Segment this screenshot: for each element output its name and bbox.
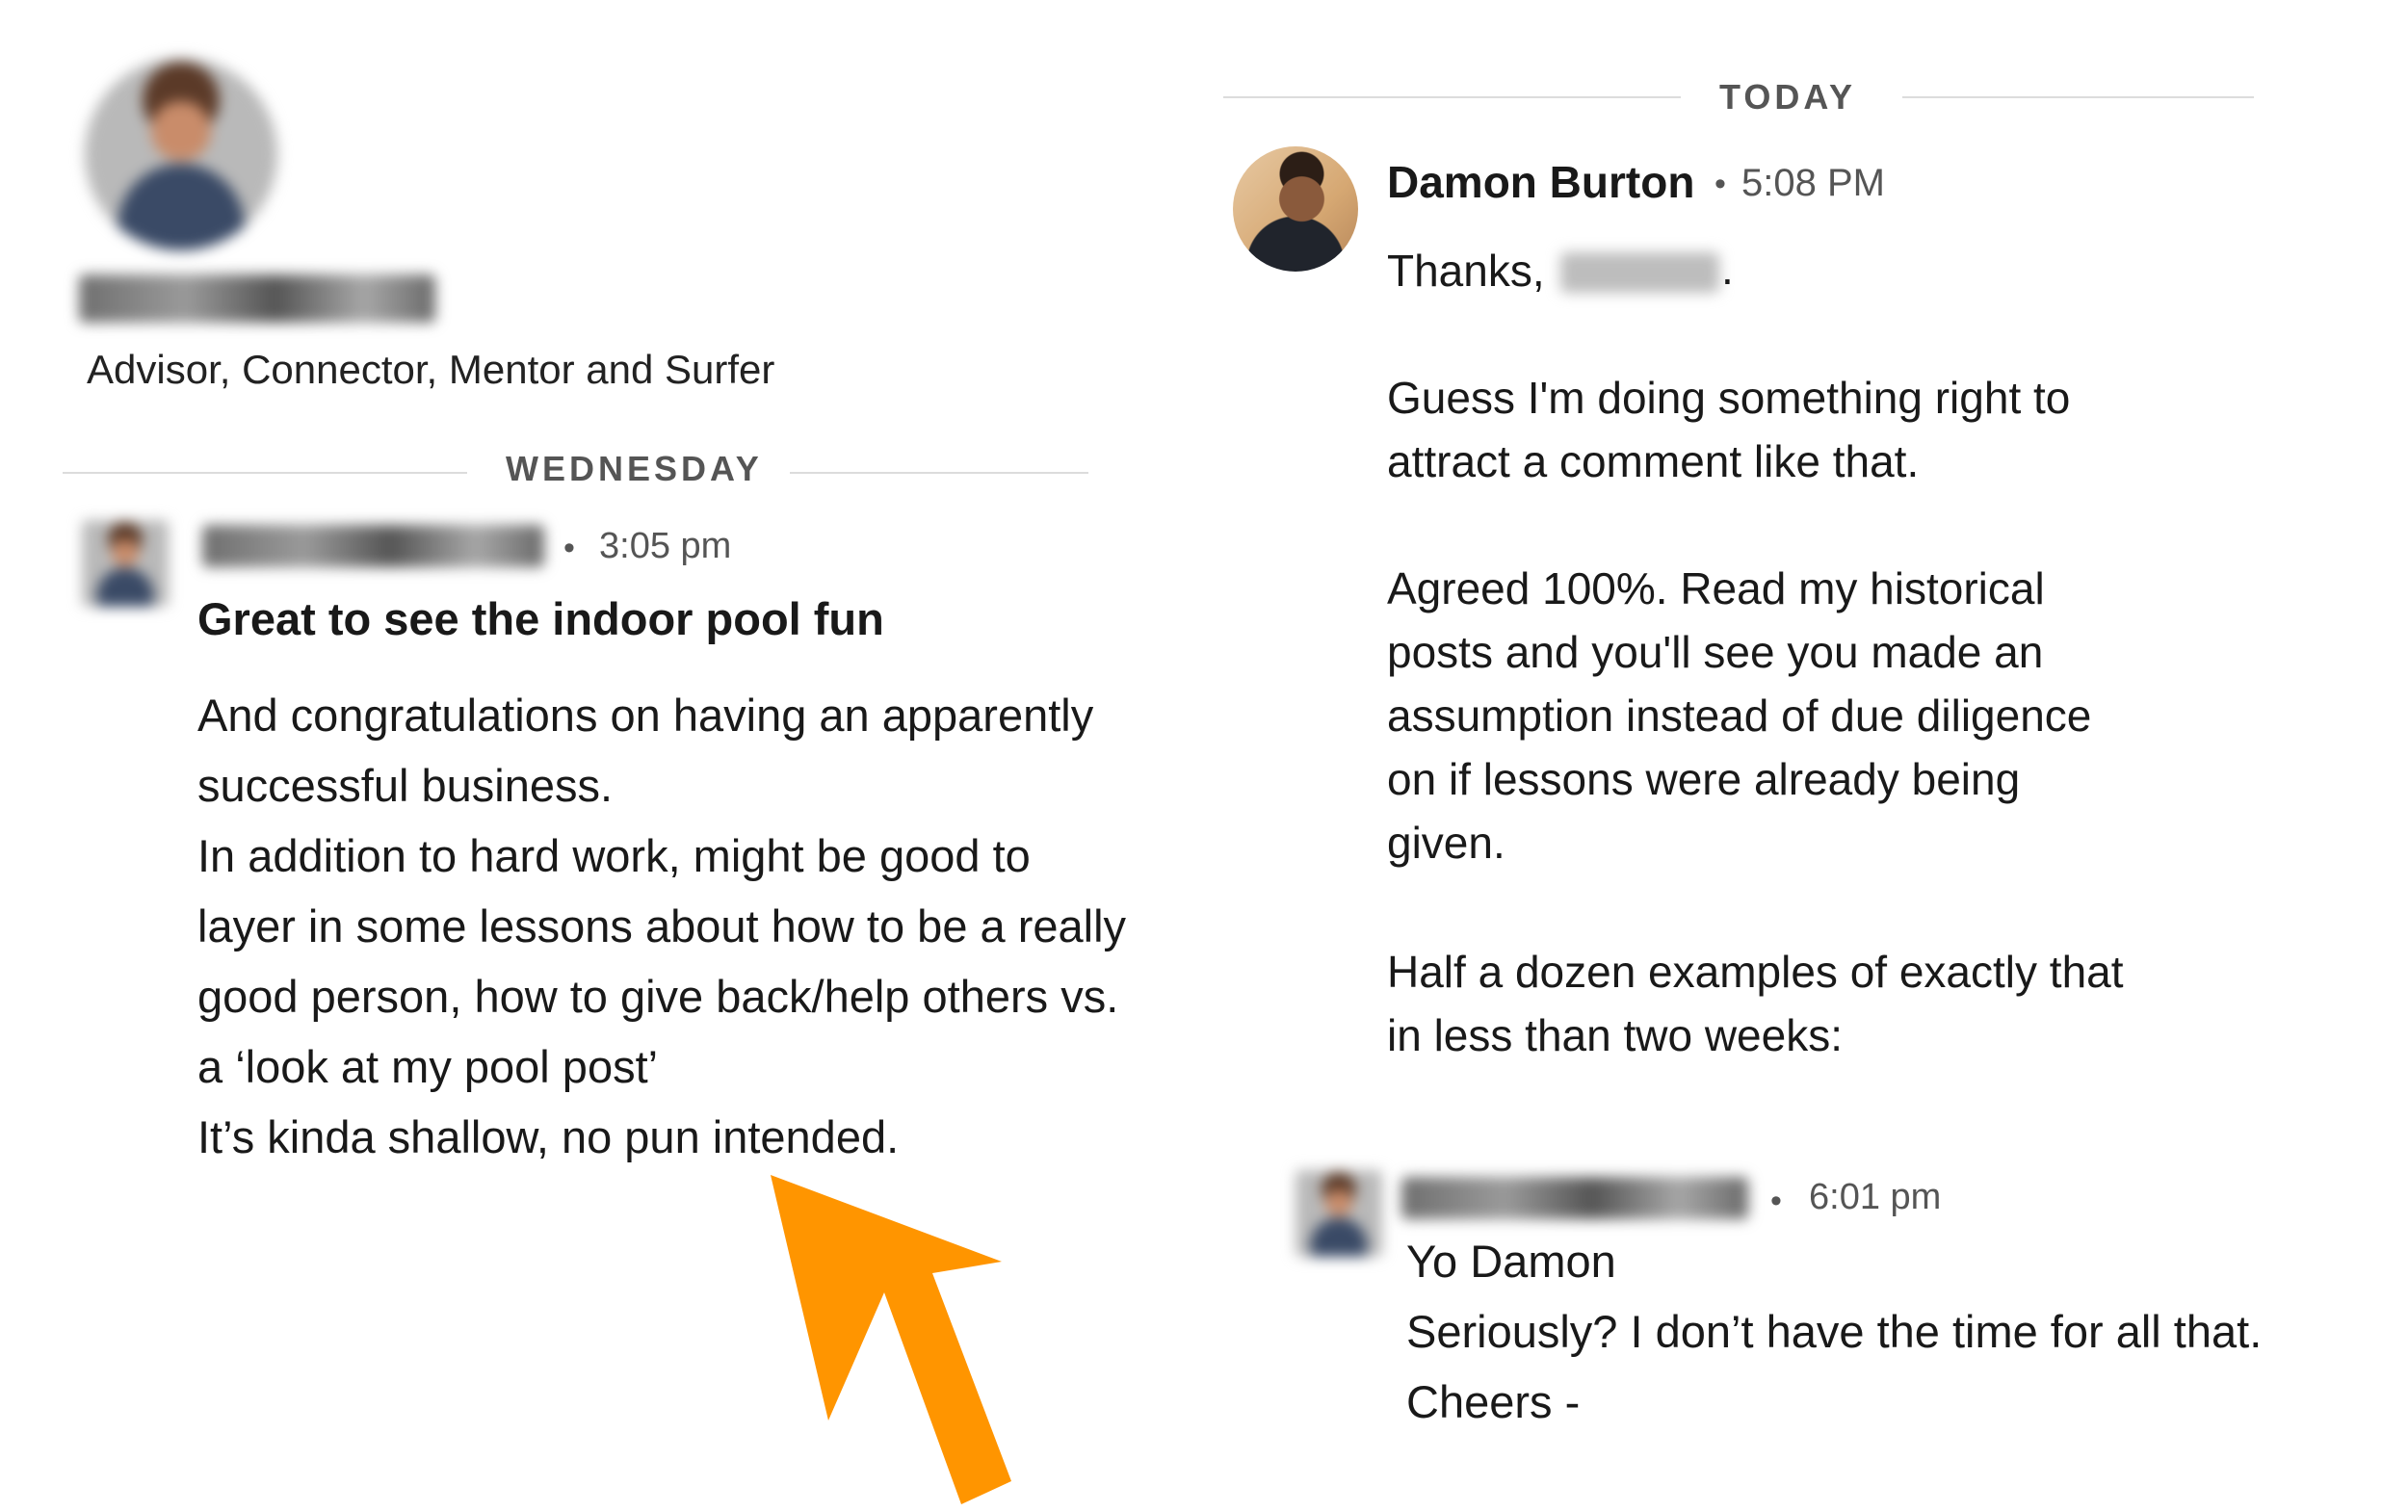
damon-avatar[interactable] xyxy=(1233,146,1358,272)
damon-paragraph-2: Agreed 100%. Read my historical posts an… xyxy=(1387,563,2092,868)
damon-paragraph-3: Half a dozen examples of exactly that in… xyxy=(1387,947,2124,1060)
damon-greeting: Thanks, xyxy=(1387,246,1545,296)
divider-right-b xyxy=(1902,96,2254,98)
damon-name[interactable]: Damon Burton xyxy=(1387,156,1694,208)
profile-name[interactable] xyxy=(79,274,435,323)
greeting-period: . xyxy=(1721,244,1734,294)
sender-avatar[interactable] xyxy=(82,520,169,607)
profile-avatar[interactable] xyxy=(85,58,277,250)
day-label-today: TODAY xyxy=(1719,77,1857,117)
message-time: 3:05 pm xyxy=(599,526,732,566)
message-subject: Great to see the indoor pool fun xyxy=(197,593,884,644)
day-label-wednesday: WEDNESDAY xyxy=(506,449,763,488)
damon-paragraph-1: Guess I'm doing something right to attra… xyxy=(1387,373,2071,486)
followup-meta-separator: • xyxy=(1770,1183,1782,1219)
sender-name[interactable] xyxy=(202,525,544,567)
damon-meta-separator: • xyxy=(1714,166,1726,202)
profile-headline: Advisor, Connector, Mentor and Surfer xyxy=(87,347,775,392)
divider-left-a xyxy=(63,472,467,474)
divider-left-b xyxy=(790,472,1088,474)
message-body: And congratulations on having an apparen… xyxy=(197,690,1127,1162)
followup-avatar[interactable] xyxy=(1296,1170,1382,1257)
arrow-annotation xyxy=(771,1175,1011,1504)
divider-right-a xyxy=(1223,96,1681,98)
followup-sender-name[interactable] xyxy=(1401,1177,1748,1219)
meta-separator: • xyxy=(563,530,575,566)
greeting-name-redacted xyxy=(1560,252,1719,293)
followup-time: 6:01 pm xyxy=(1809,1177,1942,1217)
followup-body: Yo Damon Seriously? I don’t have the tim… xyxy=(1406,1236,2263,1427)
damon-time: 5:08 PM xyxy=(1741,162,1885,204)
